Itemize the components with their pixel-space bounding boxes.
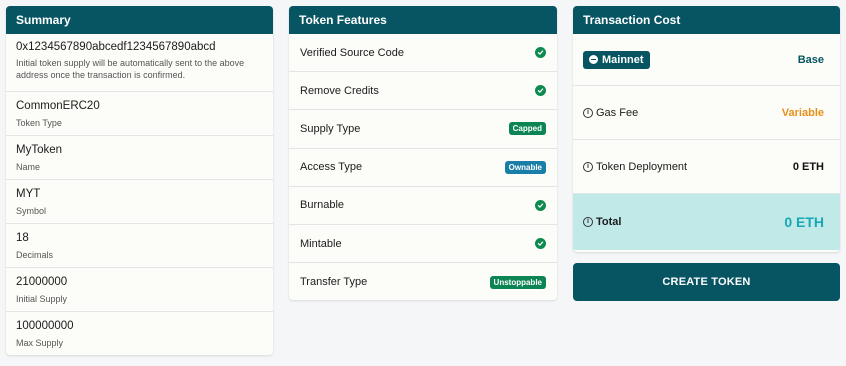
feature-row-burnable: Burnable — [289, 187, 557, 225]
create-token-button[interactable]: CREATE TOKEN — [573, 263, 840, 301]
summary-address: 0x1234567890abcedf1234567890abcd — [16, 41, 216, 53]
feature-label: Access Type — [300, 161, 363, 174]
token-deployment-row: i Token Deployment 0 ETH — [573, 140, 840, 194]
deployment-label-group: i Token Deployment — [583, 161, 687, 173]
feature-label: Remove Credits — [300, 84, 379, 97]
summary-row-value: 100000000 — [16, 320, 74, 332]
summary-row-label: Initial Supply — [16, 294, 68, 304]
info-icon[interactable]: i — [583, 161, 593, 172]
summary-title: Summary — [6, 6, 273, 34]
feature-label: Burnable — [300, 199, 345, 212]
deployment-value: 0 ETH — [792, 160, 824, 173]
access-type-badge: Ownable — [504, 160, 546, 174]
network-badge: Mainnet — [583, 50, 650, 69]
deployment-label: Token Deployment — [596, 160, 688, 173]
gas-fee-value: Variable — [781, 106, 824, 119]
total-label-group: i Total — [583, 216, 621, 228]
token-features-card: Token Features Verified Source Code Remo… — [289, 6, 557, 300]
feature-row-supply-type: Supply Type Capped — [289, 110, 557, 149]
cost-title: Transaction Cost — [573, 6, 840, 34]
feature-label: Supply Type — [300, 122, 361, 135]
transfer-type-badge: Unstoppable — [489, 275, 546, 289]
feature-row-access-type: Access Type Ownable — [289, 149, 557, 187]
summary-row-label: Max Supply — [16, 338, 64, 348]
check-circle-icon — [535, 47, 546, 59]
gas-fee-row: i Gas Fee Variable — [573, 86, 840, 140]
gas-fee-label-group: i Gas Fee — [583, 107, 638, 119]
feature-row-remove-credits: Remove Credits — [289, 72, 557, 111]
features-title: Token Features — [289, 6, 557, 34]
summary-row: 18 Decimals — [6, 224, 273, 268]
summary-row-value: MYT — [16, 188, 41, 200]
feature-row-mintable: Mintable — [289, 225, 557, 264]
network-label: Mainnet — [602, 53, 644, 66]
feature-row-verified-source: Verified Source Code — [289, 34, 557, 73]
summary-row-label: Name — [16, 162, 41, 172]
summary-row: 21000000 Initial Supply — [6, 268, 273, 312]
transaction-cost-card: Transaction Cost Mainnet Base i Gas Fee … — [573, 6, 840, 252]
summary-address-note: Initial token supply will be automatical… — [16, 58, 245, 80]
network-value: Base — [797, 53, 824, 66]
summary-row-value: 21000000 — [16, 276, 68, 288]
summary-row-value: 18 — [16, 232, 29, 244]
summary-row: 100000000 Max Supply — [6, 312, 273, 355]
summary-row-label: Token Type — [16, 118, 62, 128]
gas-fee-label: Gas Fee — [596, 106, 639, 119]
summary-row: MyToken Name — [6, 136, 273, 180]
check-circle-icon — [535, 85, 546, 97]
feature-label: Mintable — [300, 237, 342, 250]
check-circle-icon — [535, 199, 546, 211]
supply-type-badge: Capped — [508, 122, 546, 136]
feature-label: Transfer Type — [300, 276, 368, 289]
summary-card: Summary 0x1234567890abcedf1234567890abcd… — [6, 6, 273, 355]
summary-address-row: 0x1234567890abcedf1234567890abcd Initial… — [6, 34, 273, 92]
network-row: Mainnet Base — [573, 34, 840, 86]
summary-row-value: CommonERC20 — [16, 100, 100, 112]
info-icon[interactable]: i — [583, 217, 593, 227]
total-row: i Total 0 ETH — [573, 194, 840, 250]
network-icon — [589, 55, 598, 64]
check-circle-icon — [535, 238, 546, 250]
info-icon[interactable]: i — [583, 107, 593, 118]
total-label: Total — [596, 216, 622, 228]
summary-row-label: Symbol — [16, 206, 47, 216]
feature-row-transfer-type: Transfer Type Unstoppable — [289, 263, 557, 300]
summary-row-label: Decimals — [16, 250, 54, 260]
summary-row: MYT Symbol — [6, 180, 273, 224]
summary-row: CommonERC20 Token Type — [6, 92, 273, 136]
summary-row-value: MyToken — [16, 144, 63, 156]
feature-label: Verified Source Code — [300, 46, 404, 59]
total-value: 0 ETH — [784, 214, 824, 230]
